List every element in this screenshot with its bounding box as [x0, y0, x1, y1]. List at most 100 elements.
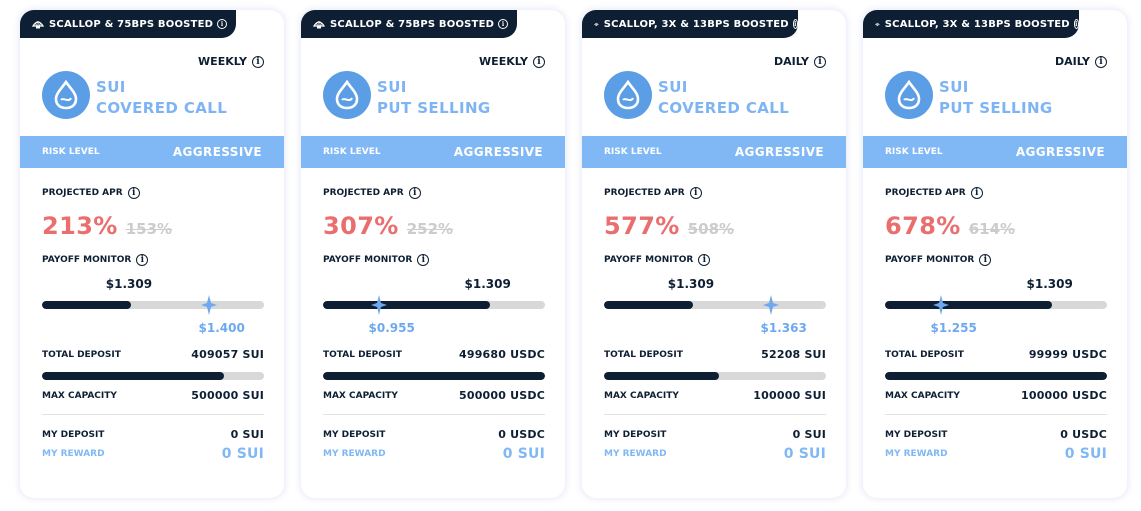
strike-price: $0.955	[368, 321, 415, 335]
apr-old-value: 508%	[687, 220, 735, 238]
info-icon[interactable]: i	[408, 187, 421, 199]
info-icon[interactable]: i	[1073, 19, 1079, 29]
payoff-monitor-label: PAYOFF MONITOR i	[604, 254, 711, 266]
info-icon[interactable]: i	[1095, 55, 1107, 68]
info-icon[interactable]: i	[533, 55, 545, 68]
strike-marker-icon	[932, 295, 949, 315]
max-capacity-label: MAX CAPACITY	[323, 390, 398, 401]
payoff-monitor-text: PAYOFF MONITOR	[604, 255, 694, 265]
boost-tag: SCALLOP & 75BPS BOOSTED i	[20, 10, 236, 38]
projected-apr-label: PROJECTED APR i	[604, 187, 702, 199]
my-reward-label: MY REWARD	[323, 449, 386, 459]
max-capacity-label: MAX CAPACITY	[885, 390, 960, 401]
divider	[323, 414, 545, 415]
boost-tag-text: SCALLOP, 3X & 13BPS BOOSTED	[603, 18, 789, 30]
payoff-monitor-label: PAYOFF MONITOR i	[323, 254, 430, 266]
payoff-monitor-label: PAYOFF MONITOR i	[42, 254, 149, 266]
total-deposit-label: TOTAL DEPOSIT	[885, 349, 964, 360]
info-icon[interactable]: i	[814, 55, 826, 68]
total-deposit-label: TOTAL DEPOSIT	[604, 349, 683, 360]
current-price: $1.309	[464, 277, 511, 291]
apr-value: 678%	[885, 212, 961, 240]
vault-title: SUI PUT SELLING	[939, 77, 1053, 119]
payoff-fill	[885, 301, 1052, 309]
max-capacity-value: 100000 USDC	[1020, 389, 1107, 402]
info-icon[interactable]: i	[792, 19, 798, 29]
payoff-monitor-text: PAYOFF MONITOR	[323, 255, 413, 265]
my-deposit-label: MY DEPOSIT	[604, 429, 667, 440]
vault-card[interactable]: SCALLOP & 75BPS BOOSTED i WEEKLY i SUI P…	[301, 10, 565, 498]
projected-apr-label: PROJECTED APR i	[885, 187, 983, 199]
max-capacity-value: 100000 SUI	[753, 389, 826, 402]
vault-title: SUI PUT SELLING	[377, 77, 491, 119]
projected-apr-text: PROJECTED APR	[42, 188, 123, 198]
asset-name: SUI	[96, 78, 126, 96]
risk-level-value: AGGRESSIVE	[734, 145, 824, 159]
asset-name: SUI	[939, 78, 969, 96]
boost-tag-text: SCALLOP & 75BPS BOOSTED	[330, 18, 495, 30]
vault-card[interactable]: SCALLOP & 75BPS BOOSTED i WEEKLY i SUI C…	[20, 10, 284, 498]
vault-card[interactable]: SCALLOP, 3X & 13BPS BOOSTED i DAILY i SU…	[863, 10, 1127, 498]
payoff-track	[42, 301, 264, 309]
payoff-fill	[42, 301, 131, 309]
total-deposit-row: TOTAL DEPOSIT 499680 USDC	[323, 348, 545, 361]
risk-level-bar: RISK LEVEL AGGRESSIVE	[582, 136, 846, 168]
boost-tag: SCALLOP, 3X & 13BPS BOOSTED i	[582, 10, 798, 38]
my-deposit-value: 0 SUI	[792, 428, 826, 441]
strike-price: $1.363	[760, 321, 807, 335]
risk-level-label: RISK LEVEL	[42, 147, 100, 157]
max-capacity-row: MAX CAPACITY 100000 SUI	[604, 389, 826, 402]
strike-marker-icon	[200, 295, 217, 315]
sui-coin-icon	[885, 71, 933, 119]
strike-marker-icon	[762, 295, 779, 315]
boost-tag-text: SCALLOP, 3X & 13BPS BOOSTED	[884, 18, 1070, 30]
strategy-name: PUT SELLING	[377, 99, 491, 117]
payoff-fill	[323, 301, 490, 309]
frequency: WEEKLY i	[479, 55, 545, 68]
strike-marker-icon	[370, 295, 387, 315]
info-icon[interactable]: i	[689, 187, 702, 199]
frequency: WEEKLY i	[198, 55, 264, 68]
frequency: DAILY i	[774, 55, 826, 68]
sui-coin-icon	[604, 71, 652, 119]
info-icon[interactable]: i	[217, 19, 228, 29]
deposit-fill	[323, 372, 545, 380]
strategy-name: COVERED CALL	[96, 99, 228, 117]
vault-title: SUI COVERED CALL	[96, 77, 227, 119]
info-icon[interactable]: i	[970, 187, 983, 199]
info-icon[interactable]: i	[252, 55, 264, 68]
vault-card[interactable]: SCALLOP, 3X & 13BPS BOOSTED i DAILY i SU…	[582, 10, 846, 498]
asset-name: SUI	[658, 78, 688, 96]
my-deposit-row: MY DEPOSIT 0 USDC	[885, 428, 1107, 441]
payoff-fill	[604, 301, 693, 309]
payoff-track	[604, 301, 826, 309]
info-icon[interactable]: i	[136, 254, 149, 266]
deposit-track	[42, 372, 264, 380]
payoff-monitor-text: PAYOFF MONITOR	[885, 255, 975, 265]
my-reward-label: MY REWARD	[885, 449, 948, 459]
total-deposit-label: TOTAL DEPOSIT	[42, 349, 121, 360]
max-capacity-label: MAX CAPACITY	[604, 390, 679, 401]
current-price: $1.309	[1026, 277, 1073, 291]
info-icon[interactable]: i	[979, 254, 992, 266]
strategy-name: COVERED CALL	[658, 99, 790, 117]
risk-level-value: AGGRESSIVE	[453, 145, 543, 159]
info-icon[interactable]: i	[417, 254, 430, 266]
deposit-fill	[42, 372, 225, 380]
sui-coin-icon	[42, 71, 90, 119]
total-deposit-value: 409057 SUI	[191, 348, 264, 361]
my-reward-value: 0 SUI	[1064, 446, 1107, 462]
total-deposit-value: 499680 USDC	[458, 348, 545, 361]
total-deposit-value: 99999 USDC	[1028, 348, 1107, 361]
apr-value: 577%	[604, 212, 680, 240]
info-icon[interactable]: i	[698, 254, 711, 266]
max-capacity-label: MAX CAPACITY	[42, 390, 117, 401]
deposit-track	[885, 372, 1107, 380]
scallop-icon	[313, 21, 325, 29]
info-icon[interactable]: i	[498, 19, 509, 29]
max-capacity-value: 500000 USDC	[458, 389, 545, 402]
my-reward-label: MY REWARD	[42, 449, 105, 459]
frequency-label: DAILY	[774, 55, 809, 68]
my-deposit-label: MY DEPOSIT	[323, 429, 386, 440]
info-icon[interactable]: i	[127, 187, 140, 199]
